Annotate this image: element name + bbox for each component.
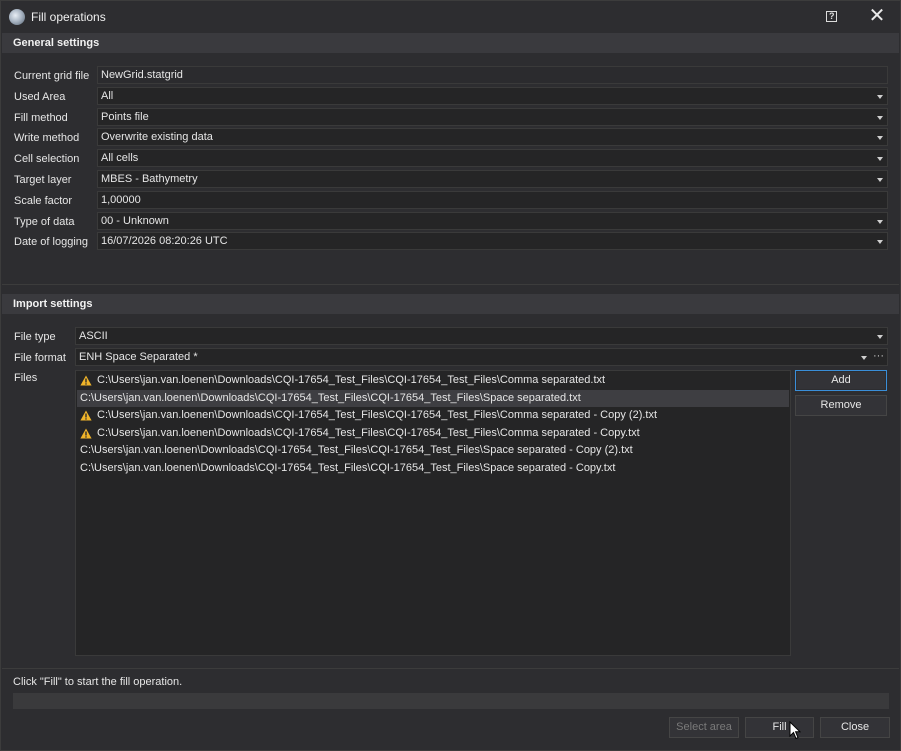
file-format-value: ENH Space Separated * [79,351,198,363]
general-row-dropdown[interactable]: 00 - Unknown [97,212,888,230]
general-row-value: All cells [101,152,139,164]
file-path: C:\Users\jan.van.loenen\Downloads\CQI-17… [80,444,633,457]
general-row-label: Target layer [14,174,72,186]
warning-icon [80,410,92,421]
general-row-value: MBES - Bathymetry [101,173,198,185]
general-row-label: Used Area [14,91,66,103]
chevron-down-icon [877,136,883,140]
import-settings-header: Import settings [2,294,899,314]
general-row-value: Overwrite existing data [101,131,213,143]
help-icon: ? [826,11,837,22]
file-list-item[interactable]: C:\Users\jan.van.loenen\Downloads\CQI-17… [77,460,789,477]
general-row-input[interactable]: NewGrid.statgrid [97,66,888,84]
general-row-value: 16/07/2026 08:20:26 UTC [101,235,228,247]
add-file-button[interactable]: Add [795,370,887,391]
fill-button[interactable]: Fill [745,717,814,738]
general-row-value: All [101,90,114,102]
general-row-value: Points file [101,111,149,123]
window-title: Fill operations [31,10,106,24]
general-row-dropdown[interactable]: Points file [97,108,888,126]
general-settings-header: General settings [2,33,899,53]
chevron-down-icon [861,356,867,360]
file-path: C:\Users\jan.van.loenen\Downloads\CQI-17… [97,409,658,422]
file-path: C:\Users\jan.van.loenen\Downloads\CQI-17… [97,374,606,386]
file-path: C:\Users\jan.van.loenen\Downloads\CQI-17… [97,426,640,439]
chevron-down-icon [877,116,883,120]
file-list-item[interactable]: C:\Users\jan.van.loenen\Downloads\CQI-17… [77,372,789,389]
file-path: C:\Users\jan.van.loenen\Downloads\CQI-17… [80,391,581,404]
file-format-dropdown[interactable]: ENH Space Separated * ··· [75,348,888,366]
file-type-label: File type [14,331,56,343]
file-list-item[interactable]: C:\Users\jan.van.loenen\Downloads\CQI-17… [77,442,789,459]
file-list-item[interactable]: C:\Users\jan.van.loenen\Downloads\CQI-17… [77,407,789,424]
file-format-label: File format [14,352,66,364]
chevron-down-icon [877,240,883,244]
general-row-label: Type of data [14,216,75,228]
more-options-icon[interactable]: ··· [873,350,884,362]
chevron-down-icon [877,178,883,182]
section-divider [2,284,899,285]
general-row-dropdown[interactable]: All [97,87,888,105]
remove-file-button[interactable]: Remove [795,395,887,416]
general-row-dropdown[interactable]: Overwrite existing data [97,128,888,146]
general-row-dropdown[interactable]: 16/07/2026 08:20:26 UTC [97,232,888,250]
app-logo-icon [9,9,25,25]
files-label: Files [14,372,38,384]
help-button[interactable]: ? [817,7,845,27]
general-row-label: Date of logging [14,236,88,248]
title-bar: Fill operations ? ✕ [1,1,900,32]
general-row-label: Current grid file [14,70,90,82]
close-button[interactable]: Close [820,717,890,738]
close-window-button[interactable]: ✕ [863,5,891,29]
files-list[interactable]: C:\Users\jan.van.loenen\Downloads\CQI-17… [75,370,791,656]
import-settings-title: Import settings [13,298,93,310]
progress-bar [13,693,889,709]
file-list-item[interactable]: C:\Users\jan.van.loenen\Downloads\CQI-17… [77,425,789,442]
warning-icon [80,428,92,439]
general-row-input[interactable]: 1,00000 [97,191,888,209]
mouse-cursor-icon [789,721,801,740]
general-settings-title: General settings [13,37,100,49]
general-row-value: 00 - Unknown [101,215,169,227]
file-list-item[interactable]: C:\Users\jan.van.loenen\Downloads\CQI-17… [77,389,789,407]
file-type-dropdown[interactable]: ASCII [75,327,888,345]
general-row-label: Scale factor [14,195,73,207]
general-row-value: 1,00000 [101,194,141,206]
file-path: C:\Users\jan.van.loenen\Downloads\CQI-17… [80,462,616,474]
warning-icon [80,375,92,386]
footer-divider [2,668,899,669]
file-type-value: ASCII [79,330,108,342]
chevron-down-icon [877,220,883,224]
chevron-down-icon [877,95,883,99]
general-row-label: Fill method [14,112,68,124]
chevron-down-icon [877,157,883,161]
select-area-button[interactable]: Select area [669,717,739,738]
status-message: Click "Fill" to start the fill operation… [13,676,183,688]
general-row-value: NewGrid.statgrid [101,69,183,81]
general-row-dropdown[interactable]: All cells [97,149,888,167]
general-row-dropdown[interactable]: MBES - Bathymetry [97,170,888,188]
general-row-label: Write method [14,132,80,144]
chevron-down-icon [877,335,883,339]
fill-operations-dialog: Fill operations ? ✕ General settings Cur… [0,0,901,751]
general-row-label: Cell selection [14,153,80,165]
